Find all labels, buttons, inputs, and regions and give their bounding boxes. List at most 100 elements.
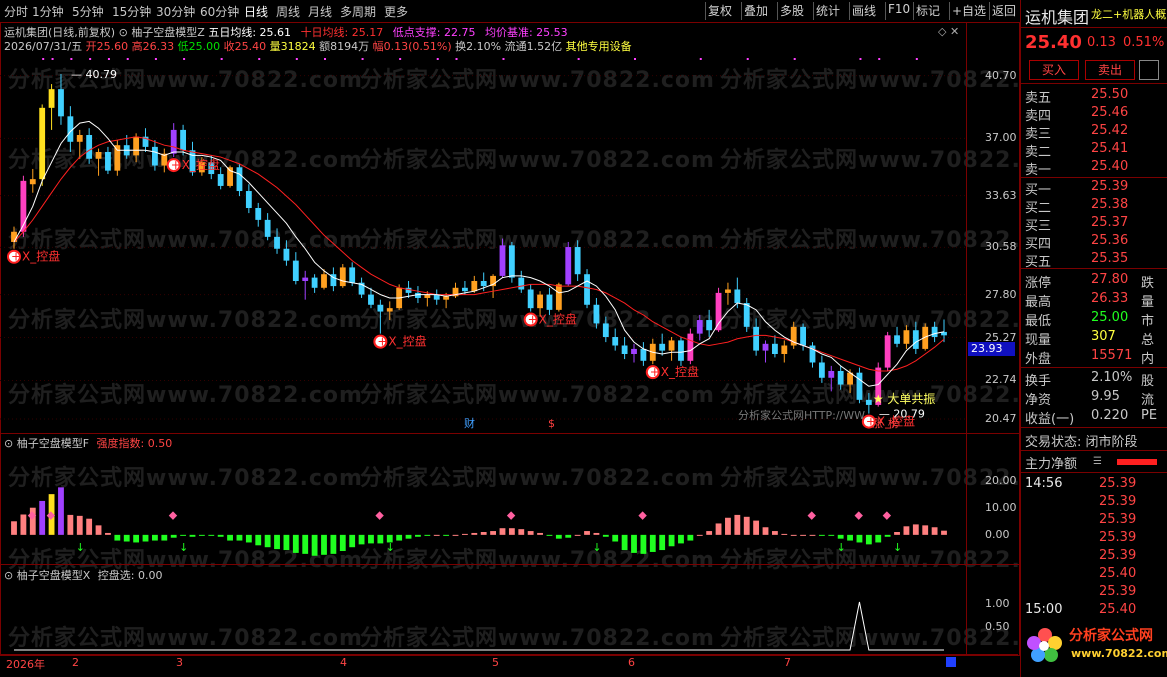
order-box-icon[interactable] <box>1139 60 1159 80</box>
candle[interactable] <box>67 106 74 152</box>
candle[interactable] <box>386 301 393 321</box>
candle[interactable] <box>781 340 788 363</box>
candle[interactable] <box>105 146 111 175</box>
list-icon[interactable]: ☰ <box>1093 456 1102 467</box>
candle[interactable] <box>894 326 900 348</box>
toolbar-button-7[interactable]: +自选 <box>952 2 986 19</box>
period-tab-2[interactable]: 5分钟 <box>72 3 104 20</box>
period-tab-7[interactable]: 周线 <box>276 3 300 20</box>
main-net-label[interactable]: 主力净额 <box>1025 453 1077 472</box>
candle[interactable] <box>452 282 459 298</box>
candle[interactable] <box>725 282 731 305</box>
candle[interactable] <box>377 299 384 334</box>
candle[interactable] <box>245 184 252 214</box>
candle[interactable] <box>302 270 309 300</box>
candle[interactable] <box>292 252 299 285</box>
candle[interactable] <box>668 337 675 361</box>
quote-row[interactable]: 卖五 25.50 <box>1021 87 1167 106</box>
toolbar-button-8[interactable]: 返回 <box>992 2 1016 19</box>
candle[interactable] <box>433 289 440 305</box>
candle[interactable] <box>931 321 938 343</box>
candle[interactable] <box>274 228 280 254</box>
candle[interactable] <box>659 333 666 356</box>
chart-area[interactable]: 分析家公式网www.70822.com 分析家公式网www.70822.com … <box>0 22 1074 677</box>
toolbar-button-6[interactable]: 标记 <box>916 2 940 19</box>
candle[interactable] <box>339 264 346 288</box>
candle[interactable] <box>330 267 337 292</box>
candle[interactable] <box>555 282 562 312</box>
candle[interactable] <box>499 238 506 278</box>
candle[interactable] <box>151 140 158 171</box>
quote-row[interactable]: 卖二 25.41 <box>1021 141 1167 160</box>
quote-row[interactable]: 换手 2.10% 股 <box>1021 370 1167 389</box>
candle[interactable] <box>837 365 844 390</box>
quote-row[interactable]: 买四 25.36 <box>1021 233 1167 252</box>
candle[interactable] <box>762 340 769 363</box>
quote-row[interactable]: 买一 25.39 <box>1021 179 1167 198</box>
period-tab-9[interactable]: 多周期 <box>340 3 376 20</box>
candle[interactable] <box>39 104 46 186</box>
sell-button[interactable]: 卖出 <box>1085 60 1135 80</box>
candle[interactable] <box>86 128 93 164</box>
toolbar-button-4[interactable]: 画线 <box>852 2 876 19</box>
candle[interactable] <box>753 318 760 356</box>
quote-row[interactable]: 现量 307 总 <box>1021 329 1167 348</box>
candle[interactable] <box>565 241 572 287</box>
candle[interactable] <box>133 133 140 163</box>
candle[interactable] <box>48 84 55 130</box>
candle[interactable] <box>76 129 83 159</box>
x-indicator-icon[interactable]: ⊙ <box>4 569 13 582</box>
candle[interactable] <box>518 270 525 293</box>
candle[interactable] <box>884 331 891 371</box>
concept-tag[interactable]: 龙二+机器人概 <box>1091 6 1166 22</box>
candle[interactable] <box>161 148 168 173</box>
candle[interactable] <box>640 342 647 366</box>
toolbar-button-1[interactable]: 叠加 <box>744 2 768 19</box>
buy-button[interactable]: 买入 <box>1029 60 1079 80</box>
period-tab-0[interactable]: 分时 <box>4 3 28 20</box>
candle[interactable] <box>95 148 102 176</box>
quote-row[interactable]: 卖四 25.46 <box>1021 105 1167 124</box>
candle[interactable] <box>593 297 600 329</box>
candle[interactable] <box>743 297 750 332</box>
price-chart[interactable]: — 40.79— 20.79+ X_控盘+ X_控盘+ X_控盘+ X_控盘+ X_控盘+… <box>0 22 1018 654</box>
candle[interactable] <box>29 168 36 193</box>
candle[interactable] <box>696 314 703 341</box>
candle[interactable] <box>771 335 778 358</box>
toolbar-button-0[interactable]: 复权 <box>708 2 732 19</box>
quote-row[interactable]: 涨停 27.80 跌 <box>1021 272 1167 291</box>
candle[interactable] <box>236 163 243 197</box>
candle[interactable] <box>903 325 910 349</box>
candle[interactable] <box>574 240 581 281</box>
candle[interactable] <box>114 140 121 176</box>
candle[interactable] <box>527 284 534 312</box>
quote-row[interactable]: 最低 25.00 市 <box>1021 310 1167 329</box>
candle[interactable] <box>311 274 318 293</box>
quote-row[interactable]: 买三 25.37 <box>1021 215 1167 234</box>
candle[interactable] <box>687 328 694 365</box>
quote-row[interactable]: 净资 9.95 流 <box>1021 389 1167 408</box>
candle[interactable] <box>58 74 64 125</box>
candle[interactable] <box>790 321 797 349</box>
candle[interactable] <box>490 274 497 298</box>
x-indicator-name[interactable]: 柚子空盘模型X <box>17 569 91 582</box>
period-tab-10[interactable]: 更多 <box>384 3 408 20</box>
candle[interactable] <box>715 287 722 332</box>
scroll-end-icon[interactable] <box>946 657 956 667</box>
quote-row[interactable]: 最高 26.33 量 <box>1021 291 1167 310</box>
f-indicator-icon[interactable]: ⊙ <box>4 437 13 450</box>
candle[interactable] <box>856 367 863 404</box>
candle[interactable] <box>255 202 262 227</box>
period-tab-3[interactable]: 15分钟 <box>112 3 151 20</box>
candle[interactable] <box>865 393 872 414</box>
candle[interactable] <box>706 309 713 338</box>
candle[interactable] <box>264 213 271 241</box>
candle[interactable] <box>912 321 919 354</box>
toolbar-button-2[interactable]: 多股 <box>780 2 804 19</box>
candle[interactable] <box>612 328 619 351</box>
time-axis[interactable]: 2026年 2 3 4 5 6 7 <box>0 654 1018 671</box>
quote-row[interactable]: 收益(一) 0.220 PE <box>1021 408 1167 427</box>
candle[interactable] <box>818 355 825 383</box>
candle[interactable] <box>546 287 553 315</box>
period-tab-5[interactable]: 60分钟 <box>200 3 239 20</box>
